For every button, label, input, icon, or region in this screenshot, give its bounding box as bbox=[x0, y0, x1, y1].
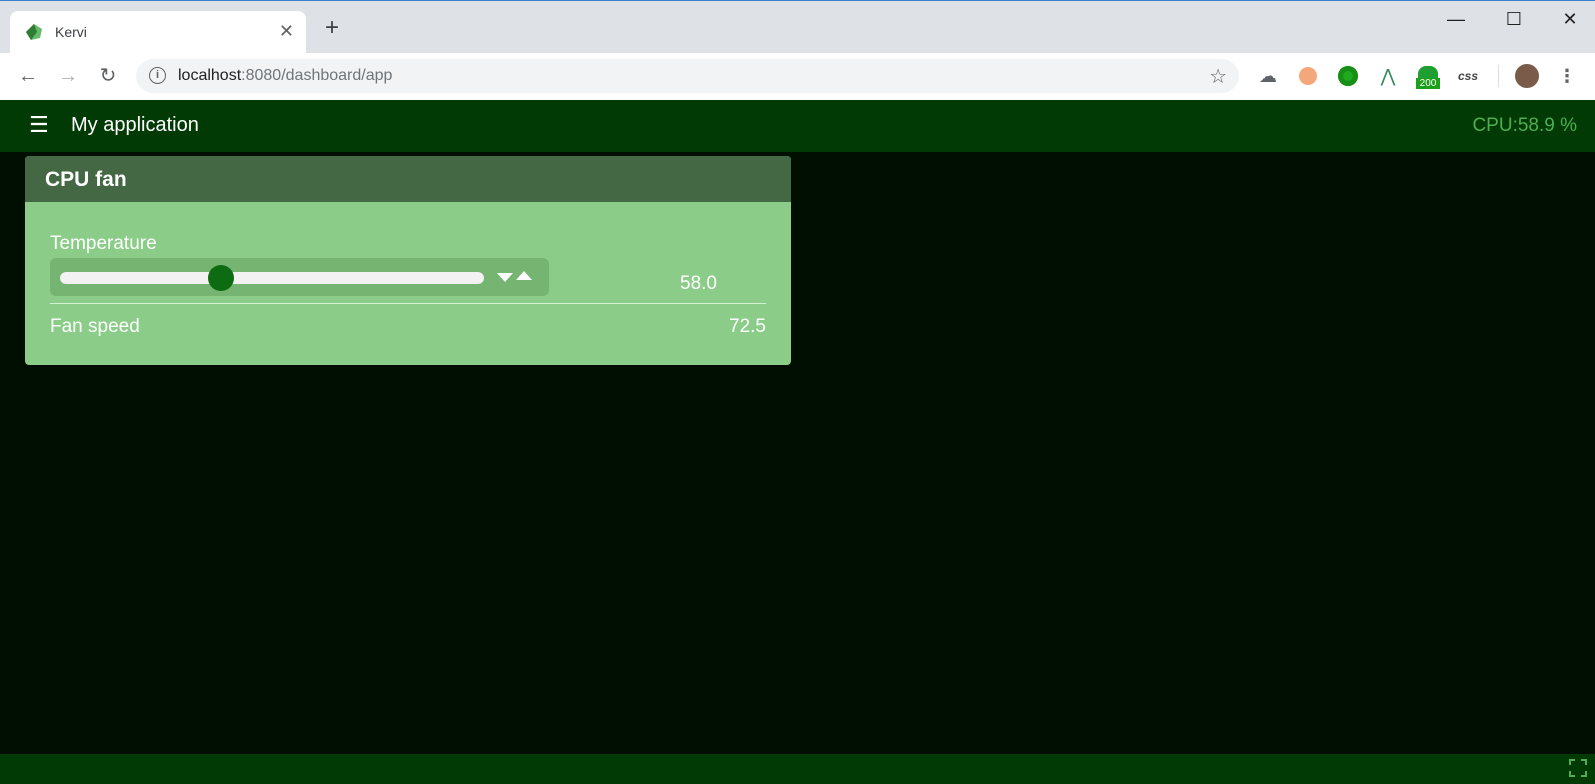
bookmark-star-icon[interactable]: ☆ bbox=[1209, 64, 1227, 89]
fullscreen-icon[interactable] bbox=[1569, 759, 1587, 777]
extension-badge-icon[interactable]: 200 bbox=[1416, 64, 1440, 89]
new-tab-button[interactable]: + bbox=[325, 16, 339, 40]
browser-toolbar: ← → ↻ i localhost:8080/dashboard/app ☆ ☁… bbox=[0, 53, 1595, 101]
kervi-logo-icon bbox=[26, 24, 42, 40]
minimize-button[interactable]: — bbox=[1436, 9, 1476, 30]
decrease-arrow-icon[interactable] bbox=[497, 273, 513, 282]
app-title: My application bbox=[71, 114, 199, 136]
tab-strip: Kervi ✕ + — ☐ ✕ bbox=[0, 1, 1595, 54]
fan-speed-label: Fan speed bbox=[50, 316, 140, 337]
extension-peach-icon[interactable] bbox=[1296, 64, 1320, 88]
url-host: localhost bbox=[178, 67, 242, 84]
extension-wave-icon[interactable]: ⋀ bbox=[1376, 64, 1400, 88]
temperature-slider-track[interactable] bbox=[60, 272, 484, 284]
temperature-value: 58.0 bbox=[680, 273, 717, 294]
cpu-fan-panel: CPU fan Temperature 58.0 Fan speed 72.5 bbox=[25, 156, 791, 365]
url-text[interactable]: localhost:8080/dashboard/app bbox=[178, 67, 392, 85]
back-arrow-icon[interactable]: ← bbox=[13, 61, 43, 91]
temperature-label: Temperature bbox=[50, 233, 157, 254]
reload-icon[interactable]: ↻ bbox=[93, 61, 123, 91]
css-extension-icon[interactable]: css bbox=[1456, 64, 1480, 88]
menu-hamburger-icon[interactable]: ☰ bbox=[29, 114, 49, 136]
cpu-usage: CPU:58.9 % bbox=[1472, 115, 1577, 136]
extension-badge-count: 200 bbox=[1416, 78, 1440, 89]
address-bar[interactable]: i localhost:8080/dashboard/app ☆ bbox=[136, 59, 1239, 93]
extension-green-dot-icon[interactable] bbox=[1336, 64, 1360, 88]
fan-speed-value: 72.5 bbox=[729, 316, 766, 337]
info-icon[interactable]: i bbox=[149, 67, 166, 84]
url-path: :8080/dashboard/app bbox=[241, 67, 393, 84]
panel-title: CPU fan bbox=[45, 168, 127, 191]
tab-close-icon[interactable]: ✕ bbox=[279, 21, 294, 41]
browser-menu-icon[interactable]: ⋮ bbox=[1555, 64, 1579, 88]
cloud-upload-icon[interactable]: ☁ bbox=[1256, 64, 1280, 88]
panel-header: CPU fan bbox=[25, 156, 791, 202]
forward-arrow-icon[interactable]: → bbox=[53, 61, 83, 91]
panel-divider bbox=[50, 303, 766, 304]
browser-tab[interactable]: Kervi ✕ bbox=[10, 11, 306, 54]
tab-title: Kervi bbox=[55, 24, 87, 40]
maximize-button[interactable]: ☐ bbox=[1494, 9, 1534, 30]
close-window-button[interactable]: ✕ bbox=[1550, 9, 1590, 30]
toolbar-divider bbox=[1498, 65, 1499, 87]
increase-arrow-icon[interactable] bbox=[516, 271, 532, 280]
app-footer bbox=[0, 754, 1595, 784]
temperature-slider-control bbox=[50, 258, 549, 296]
profile-avatar[interactable] bbox=[1515, 64, 1539, 88]
temperature-slider-thumb[interactable] bbox=[208, 265, 235, 291]
app-header: ☰ My application CPU:58.9 % bbox=[0, 100, 1595, 152]
